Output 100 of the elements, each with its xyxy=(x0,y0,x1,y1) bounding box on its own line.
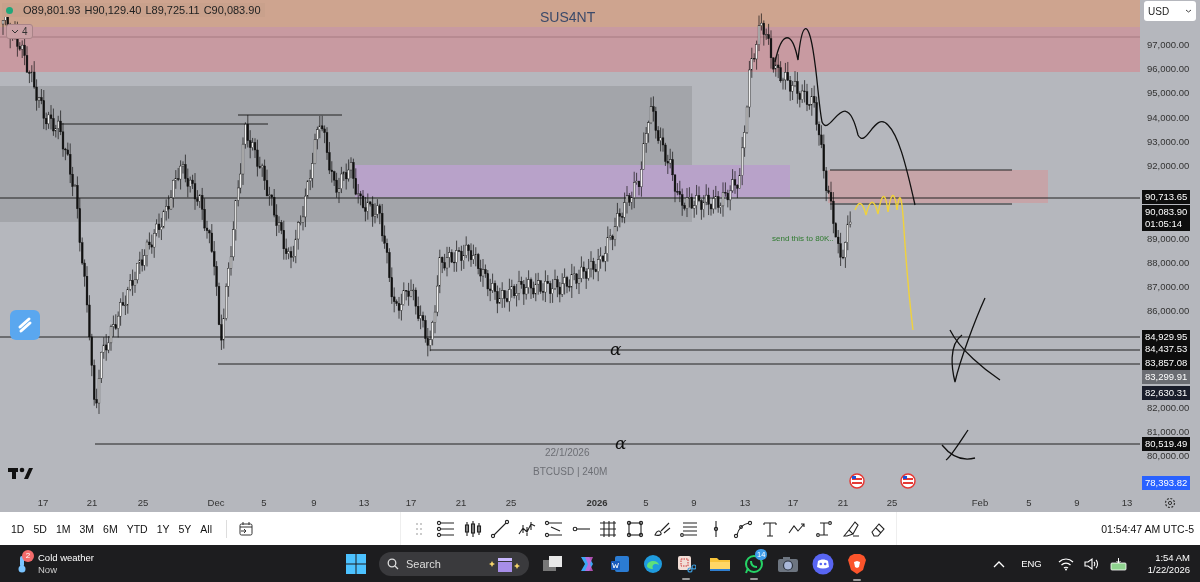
range-button[interactable]: 1D xyxy=(8,520,28,537)
time-tick: 21 xyxy=(837,497,849,508)
notification-badge: 2 xyxy=(22,549,34,562)
time-tick: 21 xyxy=(455,497,467,508)
time-tick: 9 xyxy=(691,497,697,508)
time-tick: 5 xyxy=(261,497,267,508)
event-flag-icon[interactable] xyxy=(900,473,916,489)
measure-icon[interactable] xyxy=(814,518,834,539)
price-tick: 94,000.00 xyxy=(1147,110,1190,125)
price-tick: 82,000.00 xyxy=(1147,401,1190,415)
chevron-up-icon[interactable] xyxy=(993,559,1006,568)
handwritten-symbol: α xyxy=(615,433,627,453)
trend-line-icon[interactable] xyxy=(490,518,510,539)
grid-icon[interactable] xyxy=(598,518,618,539)
curve-icon[interactable] xyxy=(733,518,753,539)
range-button[interactable]: YTD xyxy=(123,520,151,537)
time-tick: 13 xyxy=(358,497,370,508)
browser-icon[interactable] xyxy=(643,553,663,574)
taskbar-date[interactable]: 1/22/2026 xyxy=(1147,563,1190,576)
time-tick: 2026 xyxy=(586,497,608,508)
range-button[interactable]: 1Y xyxy=(153,520,173,537)
time-tick: 21 xyxy=(86,497,98,508)
price-label: 84,437.53 xyxy=(1142,342,1191,356)
range-button[interactable]: 5D xyxy=(30,520,50,537)
weather-title[interactable]: Cold weather xyxy=(38,551,94,564)
weather-subtitle: Now xyxy=(38,563,58,576)
caret-icon[interactable] xyxy=(1185,9,1192,13)
price-label: 80,519.49 xyxy=(1142,437,1191,451)
time-tick: 5 xyxy=(1026,497,1032,508)
indicators-toggle[interactable]: 4 xyxy=(6,24,33,39)
range-button[interactable]: 5Y xyxy=(175,520,195,537)
time-tick: 17 xyxy=(405,497,417,508)
range-button[interactable]: 1M xyxy=(52,520,74,537)
rectangle-icon[interactable] xyxy=(625,518,645,539)
price-tick: 89,000.00 xyxy=(1147,231,1190,246)
fib-lines-icon[interactable] xyxy=(436,518,456,539)
time-tick: Dec xyxy=(207,497,225,508)
ohlc-open: O89,801.93 xyxy=(23,4,81,16)
chart-area[interactable]: O89,801.93 H90,129.40 L89,725.11 C90,083.90 4 SUS4NT send this to 80K.. α 22/1/2026 α BTCUSD | 240M xyxy=(0,0,1140,495)
time-tick: 25 xyxy=(505,497,517,508)
price-label: 82,630.31 xyxy=(1142,386,1191,400)
time-tick: 17 xyxy=(37,497,49,508)
price-tick: 93,000.00 xyxy=(1147,134,1190,149)
ohlc-low: L89,725.11 xyxy=(145,4,200,16)
language-indicator[interactable]: ENG xyxy=(1021,558,1042,569)
price-tick: 96,000.00 xyxy=(1147,62,1190,77)
price-tick: 81,000.00 xyxy=(1147,425,1190,440)
settings-icon[interactable] xyxy=(1164,497,1176,509)
time-tick: 13 xyxy=(1121,497,1133,508)
time-tick: 9 xyxy=(311,497,317,508)
chart-title: SUS4NT xyxy=(540,9,596,25)
chart-note: send this to 80K.. xyxy=(772,234,834,243)
caret-icon[interactable] xyxy=(11,29,19,34)
price-tick: 87,000.00 xyxy=(1147,280,1190,294)
volume-icon[interactable] xyxy=(1083,556,1100,571)
price-label: 83,299.91 xyxy=(1142,370,1191,384)
lion-shield-icon[interactable] xyxy=(847,552,867,575)
watermark-symbol: BTCUSD | 240M xyxy=(533,466,608,477)
task-view-icon[interactable] xyxy=(542,553,564,574)
battery-icon[interactable] xyxy=(1109,556,1128,571)
wifi-icon[interactable] xyxy=(1057,556,1074,571)
taskbar-time[interactable]: 1:54 AM xyxy=(1155,551,1190,564)
time-tick: Feb xyxy=(971,497,989,508)
parallel-lines-icon[interactable] xyxy=(544,518,564,539)
currency-dropdown[interactable]: USD xyxy=(1144,1,1196,21)
price-label: 90,083.90 01:05:14 xyxy=(1142,205,1191,231)
range-button[interactable]: 6M xyxy=(100,520,121,537)
price-label: 83,857.08 xyxy=(1142,356,1191,370)
watermark-date: 22/1/2026 xyxy=(545,447,590,458)
range-button[interactable]: 3M xyxy=(76,520,98,537)
price-label: 78,393.82 xyxy=(1142,476,1191,490)
price-tick: 97,000.00 xyxy=(1147,38,1190,52)
search-field[interactable]: Search xyxy=(379,551,529,576)
status-dot xyxy=(6,6,13,14)
range-button[interactable]: All xyxy=(197,520,215,537)
price-label: 90,713.65 xyxy=(1142,190,1191,204)
candlestick-icon[interactable] xyxy=(463,518,483,539)
time-tick: 9 xyxy=(1074,497,1080,508)
start-menu-icon[interactable] xyxy=(346,553,366,574)
logo-icon xyxy=(8,467,33,479)
app-launcher-icon[interactable] xyxy=(10,310,40,340)
time-tick: 25 xyxy=(886,497,898,508)
ohlc-close: C90,083.90 xyxy=(203,4,261,16)
time-tick: 13 xyxy=(739,497,751,508)
time-tick: 5 xyxy=(643,497,649,508)
search-icon xyxy=(387,557,399,570)
price-tick: 80,000.00 xyxy=(1147,449,1190,464)
price-tick: 95,000.00 xyxy=(1147,86,1190,101)
chart-clock[interactable]: 01:54:47 AM UTC-5 xyxy=(1101,522,1200,535)
time-tick: 25 xyxy=(137,497,149,508)
price-tick: 86,000.00 xyxy=(1147,304,1190,319)
cross-mark xyxy=(941,429,976,461)
time-tick: 17 xyxy=(787,497,799,508)
go-to-date-icon[interactable] xyxy=(238,520,254,537)
chat-app-icon[interactable] xyxy=(744,553,764,574)
ohlc-high: H90,129.40 xyxy=(84,4,142,16)
event-flag-icon[interactable] xyxy=(849,473,865,489)
handwritten-symbol: α xyxy=(610,339,622,359)
price-tick: 92,000.00 xyxy=(1147,159,1190,173)
price-tick: 88,000.00 xyxy=(1147,255,1190,270)
